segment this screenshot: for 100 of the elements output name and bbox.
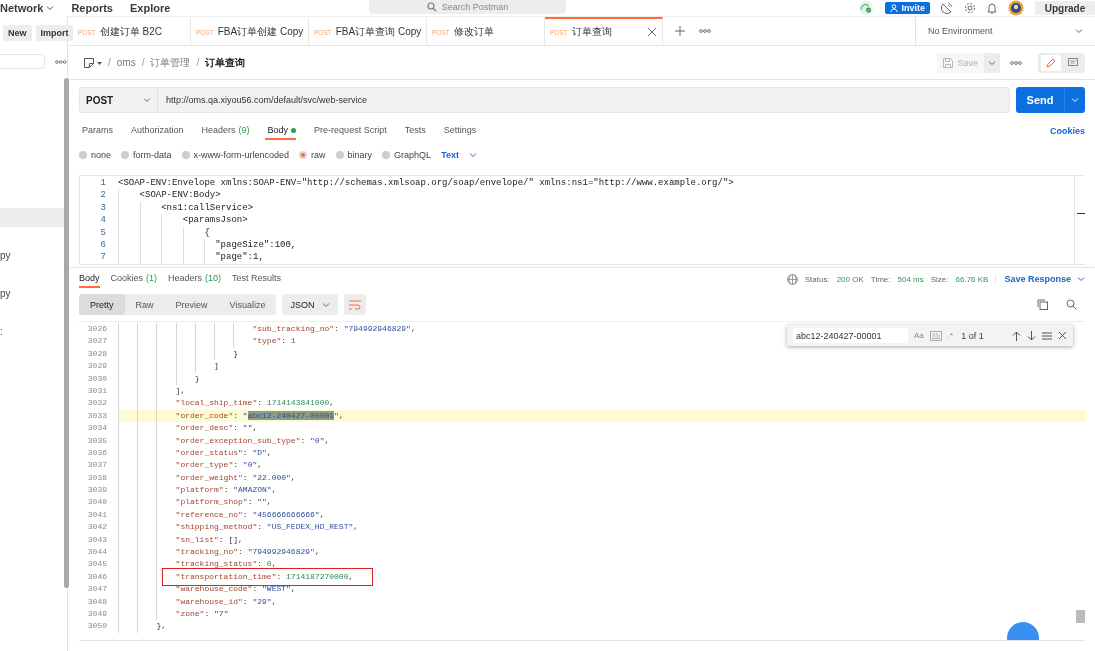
- format-select[interactable]: Text: [441, 150, 477, 160]
- plus-icon[interactable]: [675, 26, 685, 36]
- line-number: 7: [99, 251, 106, 264]
- cloud-sync-icon[interactable]: [858, 1, 875, 15]
- sidebar-item[interactable]: py: [0, 246, 64, 265]
- request-tab[interactable]: Authorization: [128, 122, 184, 140]
- caret-icon: [1075, 27, 1083, 35]
- send-button[interactable]: Send: [1016, 87, 1085, 113]
- whole-word-icon[interactable]: [929, 330, 942, 341]
- menu-item[interactable]: Explore: [129, 2, 171, 14]
- invite-button[interactable]: Invite: [885, 2, 930, 14]
- caret-icon: [1077, 275, 1085, 283]
- more-icon[interactable]: [699, 28, 711, 34]
- wrap-button[interactable]: [344, 294, 367, 315]
- line-number: 3: [99, 201, 106, 215]
- more-icon[interactable]: [55, 58, 67, 65]
- radio-button[interactable]: [181, 151, 190, 159]
- line-number: 3027: [86, 335, 107, 348]
- response-tab[interactable]: Cookies (1): [110, 270, 158, 288]
- code-line: "platform_shop": "",: [175, 496, 272, 509]
- code-line: <SOAP-ENV:Body>: [139, 189, 221, 202]
- response-tab[interactable]: Body: [79, 270, 100, 288]
- bell-icon[interactable]: [987, 2, 997, 14]
- breadcrumb-separator: /: [108, 57, 111, 68]
- settings-icon[interactable]: [964, 2, 976, 14]
- radio-label: raw: [311, 150, 326, 160]
- pencil-icon: [1046, 57, 1056, 68]
- menu-item[interactable]: Network: [0, 2, 55, 14]
- avatar-icon[interactable]: [1008, 0, 1024, 16]
- environment-select[interactable]: No Environment: [915, 17, 1095, 45]
- format-select[interactable]: JSON: [282, 294, 339, 315]
- request-tab[interactable]: Params: [79, 122, 113, 140]
- code-line: "order_exception_sub_type": "0",: [175, 434, 330, 447]
- line-number: 3036: [86, 446, 107, 459]
- view-tab[interactable]: Raw: [124, 294, 165, 315]
- upgrade-button[interactable]: Upgrade: [1035, 1, 1095, 15]
- code-editor[interactable]: [79, 175, 1085, 265]
- request-tab[interactable]: Body: [264, 122, 297, 140]
- cookies-link[interactable]: Cookies: [1050, 126, 1085, 136]
- arrow-up-icon[interactable]: [1012, 330, 1021, 341]
- more-icon[interactable]: [1010, 59, 1022, 66]
- radio-button[interactable]: [382, 151, 391, 159]
- caret-icon: [988, 58, 996, 67]
- code-line: "zone": "7": [175, 608, 229, 620]
- sidebar-item[interactable]: :: [0, 322, 64, 341]
- scrollbar[interactable]: [64, 78, 69, 588]
- radio-button[interactable]: [335, 151, 344, 159]
- copy-icon[interactable]: [1037, 299, 1048, 310]
- tab-title: FBA订单创建 Copy: [217, 25, 304, 39]
- code-line: "order_weight": "22.000",: [175, 471, 296, 484]
- comment-icon: [1068, 57, 1078, 68]
- response-tab[interactable]: Headers (10): [168, 270, 222, 288]
- radio-button[interactable]: [79, 151, 87, 159]
- code-line: <SOAP-ENV:Envelope xmlns:SOAP-ENV="http://schemas.xmlsoap.org/soap/envelope/" xmlns:ns1="http://www.example.org/">: [118, 177, 734, 190]
- edit-toggle[interactable]: [1041, 54, 1061, 71]
- sidebar-item[interactable]: py: [0, 284, 64, 303]
- code-line: }: [194, 372, 200, 385]
- line-number: 3040: [86, 496, 107, 509]
- line-number: 2: [99, 189, 106, 202]
- code-line: "warehouse_code": "WEST",: [175, 583, 296, 596]
- satellite-icon[interactable]: [941, 2, 953, 14]
- menu-item[interactable]: Reports: [71, 2, 113, 14]
- lines-icon[interactable]: [1042, 330, 1052, 341]
- radio-button[interactable]: [121, 151, 130, 159]
- scrollbar[interactable]: [1076, 610, 1085, 623]
- search-icon[interactable]: [1066, 299, 1077, 310]
- find-field[interactable]: abc12-240427-00001: [793, 328, 908, 343]
- code-line: "sub_tracking_no": "794992946829",: [252, 323, 416, 335]
- request-tab[interactable]: Settings: [440, 122, 477, 140]
- view-tab[interactable]: Visualize: [218, 294, 277, 315]
- arrow-down-icon[interactable]: [1027, 330, 1036, 341]
- sidebar-button[interactable]: Import: [35, 25, 74, 41]
- line-number: 3045: [86, 558, 107, 571]
- request-tab[interactable]: Headers (9): [198, 122, 250, 140]
- breadcrumb-separator: /: [196, 57, 200, 68]
- breadcrumb-link[interactable]: 订单管理: [150, 55, 191, 70]
- close-icon[interactable]: [1058, 330, 1067, 340]
- status-value: 200 OK: [836, 274, 864, 284]
- line-number: 3032: [86, 397, 107, 410]
- radio-label: form-data: [133, 150, 172, 160]
- line-number: 1: [99, 177, 106, 190]
- caret-icon: [322, 300, 331, 309]
- request-tab[interactable]: Tests: [401, 122, 426, 140]
- response-tab[interactable]: Test Results: [232, 270, 282, 288]
- request-tab[interactable]: Pre-request Script: [311, 122, 387, 140]
- save-options-button[interactable]: [984, 52, 1000, 73]
- sidebar-button[interactable]: New: [3, 25, 32, 41]
- code-line: "page":1,: [215, 251, 264, 264]
- radio-button[interactable]: [299, 151, 308, 159]
- code-line: ]: [214, 360, 219, 373]
- close-icon[interactable]: [647, 27, 657, 37]
- radio-label: none: [91, 150, 112, 160]
- tab-title: 修改订单: [453, 25, 494, 39]
- radio-label: GraphQL: [394, 150, 432, 160]
- filter-field[interactable]: [0, 54, 46, 69]
- breadcrumb-link[interactable]: oms: [116, 57, 136, 68]
- save-response-button[interactable]: Save Response: [995, 274, 1085, 284]
- view-tab[interactable]: Preview: [164, 294, 219, 315]
- view-tab[interactable]: Pretty: [79, 294, 125, 315]
- breadcrumb-current: 订单查询: [205, 55, 246, 70]
